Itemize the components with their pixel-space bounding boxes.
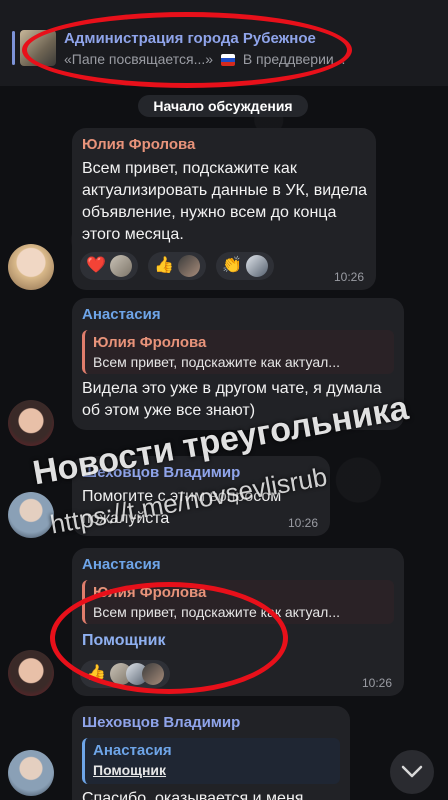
avatar[interactable] xyxy=(8,750,54,796)
sender-name[interactable]: Шеховцов Владимир xyxy=(82,714,240,731)
message-time: 10:26 xyxy=(333,270,364,284)
thumbs-up-emoji: 👍 xyxy=(154,257,174,274)
message-text: Спасибо, оказывается и меня xyxy=(82,790,304,800)
reply-text: Помощник xyxy=(93,762,167,778)
reactor-avatar xyxy=(109,255,132,277)
reply-sender: Юлия Фролова xyxy=(93,334,207,351)
message-bubble[interactable]: Юлия Фролова Всем привет, подскажите как… xyxy=(72,128,376,290)
avatar[interactable] xyxy=(8,244,54,290)
clap-emoji: 👏 xyxy=(222,257,242,274)
reaction-thumbs-up[interactable]: 👍 xyxy=(80,660,170,688)
message-bubble[interactable]: Шеховцов Владимир Анастасия Помощник Спа… xyxy=(72,706,350,800)
pinned-preview: «Папе посвящается...» В преддверии... xyxy=(64,51,394,67)
message-text: Всем привет, подскажите как актуализиров… xyxy=(82,160,368,243)
message-bubble[interactable]: Анастасия Юлия Фролова Всем привет, подс… xyxy=(72,548,404,696)
flag-icon xyxy=(220,54,235,67)
reply-quote[interactable]: Анастасия Помощник xyxy=(82,738,340,784)
pinned-preview-right: В преддверии... xyxy=(242,51,346,67)
scroll-down-button[interactable] xyxy=(390,750,434,794)
pinned-indicator xyxy=(12,31,15,65)
bot-link[interactable]: Помощник xyxy=(82,632,165,650)
reaction-thumbs-up[interactable]: 👍 xyxy=(148,252,206,280)
pinned-message-bar[interactable]: Администрация города Рубежное «Папе посв… xyxy=(0,0,448,86)
reply-sender: Юлия Фролова xyxy=(93,584,207,601)
reaction-clap[interactable]: 👏 xyxy=(216,252,274,280)
heart-emoji: ❤️ xyxy=(86,257,106,274)
message-time: 10:26 xyxy=(361,676,392,690)
chevron-down-icon xyxy=(401,765,423,778)
reactor-avatar xyxy=(245,255,268,277)
pinned-thumbnail xyxy=(20,30,56,66)
sender-name[interactable]: Анастасия xyxy=(82,306,161,323)
reply-quote[interactable]: Юлия Фролова Всем привет, подскажите как… xyxy=(82,330,394,374)
pinned-title: Администрация города Рубежное xyxy=(64,30,316,47)
reactor-avatar xyxy=(141,663,164,685)
pinned-preview-left: «Папе посвящается...» xyxy=(64,51,214,67)
sender-name[interactable]: Юлия Фролова xyxy=(82,136,195,153)
discussion-start-divider: Начало обсуждения xyxy=(138,95,308,117)
reply-text: Всем привет, подскажите как актуал... xyxy=(93,604,340,620)
avatar[interactable] xyxy=(8,650,54,696)
reaction-heart[interactable]: ❤️ xyxy=(80,252,138,280)
avatar[interactable] xyxy=(8,492,54,538)
message-time: 10:26 xyxy=(287,516,318,530)
thumbs-up-emoji: 👍 xyxy=(86,665,106,682)
reply-sender: Анастасия xyxy=(93,742,172,759)
avatar[interactable] xyxy=(8,400,54,446)
reactor-avatar xyxy=(177,255,200,277)
sender-name[interactable]: Анастасия xyxy=(82,556,161,573)
reply-quote[interactable]: Юлия Фролова Всем привет, подскажите как… xyxy=(82,580,394,624)
reply-text: Всем привет, подскажите как актуал... xyxy=(93,354,340,370)
